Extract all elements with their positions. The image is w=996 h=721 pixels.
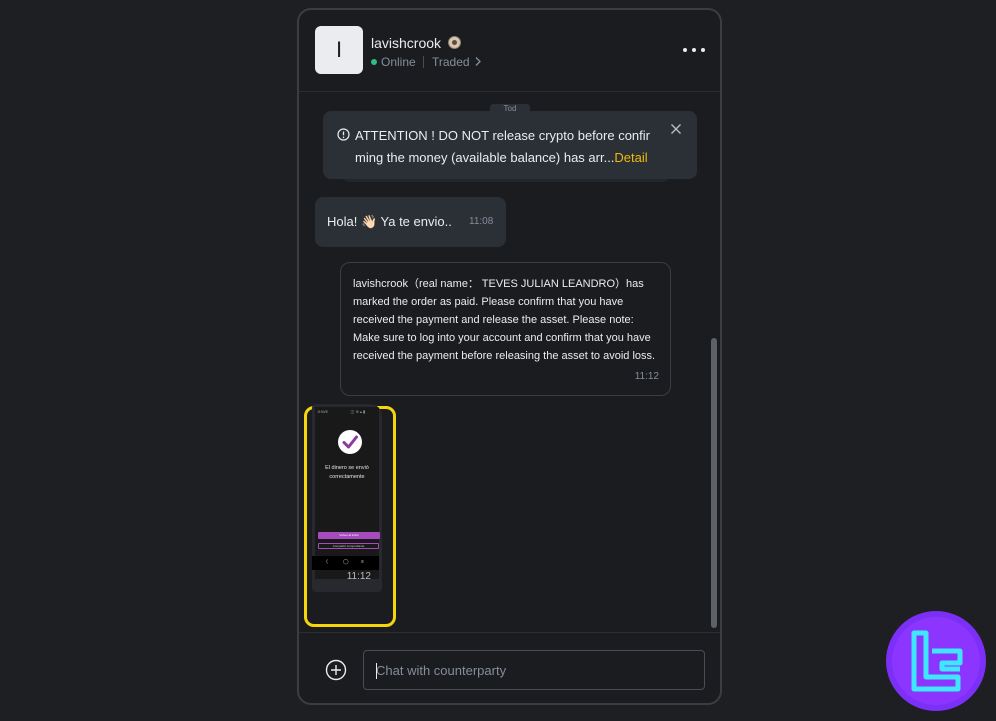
online-status-label: Online xyxy=(381,55,416,69)
chat-header: I lavishcrook Online Traded xyxy=(299,10,720,92)
attention-notice: ATTENTION ! DO NOT release crypto before… xyxy=(323,111,697,179)
chevron-right-icon[interactable] xyxy=(474,56,482,67)
notice-text: ATTENTION ! DO NOT release crypto before… xyxy=(355,125,667,169)
check-circle-icon xyxy=(338,430,362,454)
system-message-time: 11:12 xyxy=(634,371,659,382)
more-options-icon[interactable] xyxy=(683,44,705,56)
phone-screen: JHWE ◫ ⊕ ▴ ▮ El dinero se envió correcta… xyxy=(315,407,380,579)
avatar[interactable]: I xyxy=(315,26,363,74)
traded-link[interactable]: Traded xyxy=(432,55,470,69)
alert-circle-icon xyxy=(337,128,350,141)
phone-menu-icon: ≡ xyxy=(361,559,364,565)
image-message-time: 11:12 xyxy=(346,571,371,582)
verified-badge-icon xyxy=(448,36,461,49)
status-divider xyxy=(423,56,424,68)
chat-composer xyxy=(299,632,720,703)
username[interactable]: lavishcrook xyxy=(371,35,441,51)
message-text: Hola! 👋🏻 Ya te envio.. xyxy=(327,214,452,229)
notice-detail-link[interactable]: Detail xyxy=(614,150,647,165)
phone-home-icon: ◯ xyxy=(343,559,349,565)
payment-screenshot-thumbnail[interactable]: JHWE ◫ ⊕ ▴ ▮ El dinero se envió correcta… xyxy=(312,404,382,592)
notice-line-1: ATTENTION ! DO NOT release crypto before… xyxy=(355,128,650,143)
phone-statusbar: JHWE ◫ ⊕ ▴ ▮ xyxy=(317,409,366,414)
phone-primary-button: Volver al inicio xyxy=(318,532,380,539)
phone-success-text: El dinero se envió correctamente xyxy=(325,465,369,480)
plus-circle-icon[interactable] xyxy=(325,659,347,681)
phone-navbar: ⟨ ◯ ≡ xyxy=(312,556,379,570)
notice-line-2: ming the money (available balance) has a… xyxy=(355,150,615,165)
phone-secondary-button: Compartir comprobante xyxy=(318,543,379,549)
chat-window: I lavishcrook Online Traded Tod ATTENTIO… xyxy=(297,8,722,705)
brand-logo-icon xyxy=(886,611,986,711)
message-list[interactable]: Tod ATTENTION ! DO NOT release crypto be… xyxy=(299,92,720,632)
system-message-card: lavishcrook（real name： TEVES JULIAN LEAN… xyxy=(340,262,671,396)
incoming-message[interactable]: Hola! 👋🏻 Ya te envio.. 11:08 xyxy=(315,197,506,247)
online-status-dot xyxy=(371,59,377,65)
chat-input[interactable] xyxy=(363,650,705,690)
phone-back-icon: ⟨ xyxy=(326,559,328,565)
close-icon[interactable] xyxy=(670,123,682,135)
text-caret xyxy=(376,663,377,679)
message-list-scrollbar[interactable] xyxy=(711,338,717,628)
message-time: 11:08 xyxy=(469,216,494,227)
system-message-text: lavishcrook（real name： TEVES JULIAN LEAN… xyxy=(353,278,656,362)
